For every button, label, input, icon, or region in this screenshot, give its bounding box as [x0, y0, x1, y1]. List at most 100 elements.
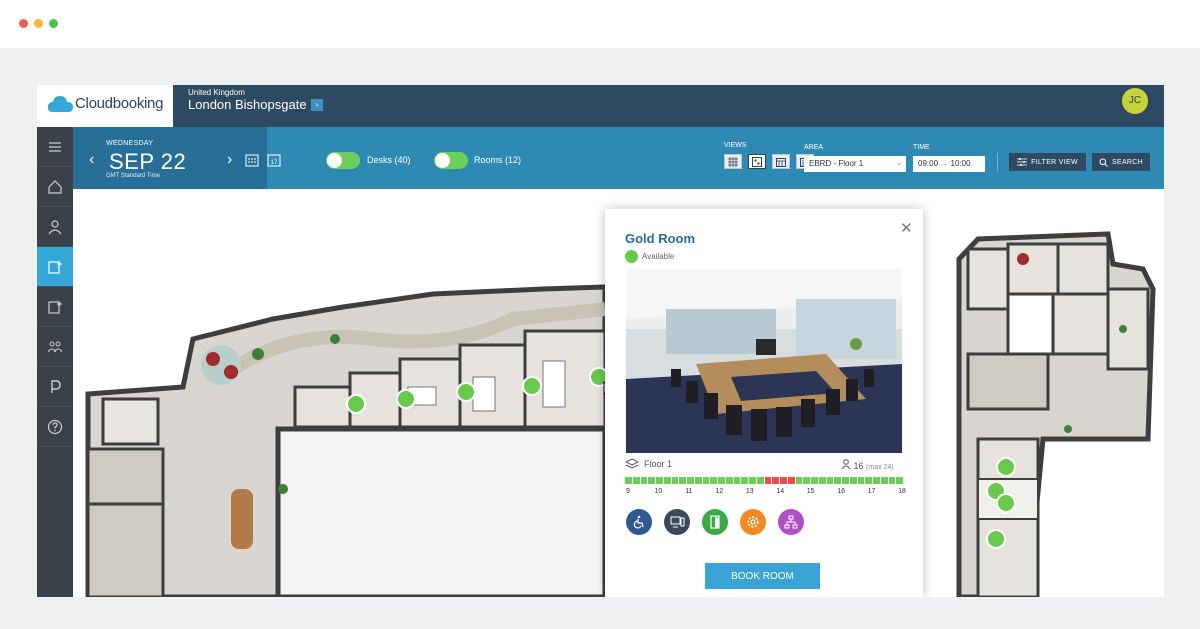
timeline-slot-free[interactable]: [873, 477, 880, 484]
timezone-label: GMT Standard Time: [106, 173, 160, 179]
timeline-slot-free[interactable]: [632, 477, 640, 484]
timeline-slot-free[interactable]: [648, 477, 655, 484]
timeline-slot-free[interactable]: [749, 477, 756, 484]
timeline-slot-free[interactable]: [733, 477, 741, 484]
search-button[interactable]: SEARCH: [1092, 153, 1150, 171]
hour-label: 13: [745, 488, 754, 495]
timeline-slot-free[interactable]: [795, 477, 803, 484]
timeline-slot-free[interactable]: [640, 477, 648, 484]
timeline-slot-free[interactable]: [663, 477, 671, 484]
timeline-slot-free[interactable]: [694, 477, 702, 484]
area-label: AREA: [804, 144, 824, 151]
sidebar-item-profile[interactable]: [37, 207, 73, 247]
maximize-window-dot[interactable]: [49, 19, 58, 28]
calendar-month-icon[interactable]: [245, 153, 259, 167]
close-icon[interactable]: ✕: [900, 219, 913, 237]
logo[interactable]: Cloudbooking: [37, 85, 173, 127]
timeline-slot-free[interactable]: [888, 477, 896, 484]
home-icon: [48, 179, 62, 194]
floor-label: Floor 1: [644, 459, 673, 469]
timeline-slot-free[interactable]: [803, 477, 810, 484]
sidebar-item-home[interactable]: [37, 167, 73, 207]
avatar[interactable]: JC: [1122, 88, 1148, 114]
room-marker[interactable]: [396, 389, 416, 409]
layers-icon: [625, 458, 639, 469]
minimize-window-dot[interactable]: [34, 19, 43, 28]
parking-icon: [51, 379, 61, 393]
timeline-slot-free[interactable]: [811, 477, 818, 484]
room-marker[interactable]: [456, 382, 476, 402]
timeline-slot-free[interactable]: [718, 477, 725, 484]
toggle-knob: [327, 153, 342, 168]
timeline-slot-free[interactable]: [826, 477, 834, 484]
timeline-slot-free[interactable]: [671, 477, 679, 484]
timeline-slot-free[interactable]: [702, 477, 710, 484]
timeline-slot-free[interactable]: [857, 477, 865, 484]
timeline-slot-booked[interactable]: [780, 477, 787, 484]
filter-view-button[interactable]: FILTER VIEW: [1009, 153, 1086, 171]
door-icon[interactable]: [702, 509, 728, 535]
room-marker[interactable]: [522, 376, 542, 396]
weekday-label: WEDNESDAY: [106, 140, 154, 147]
video-conference-icon[interactable]: [664, 509, 690, 535]
timeline-slot-free[interactable]: [880, 477, 888, 484]
location-chevron-icon[interactable]: ›: [311, 99, 323, 111]
rooms-toggle[interactable]: [434, 152, 468, 169]
room-marker[interactable]: [996, 457, 1016, 477]
book-room-button[interactable]: BOOK ROOM: [705, 563, 820, 589]
sidebar-item-visitors[interactable]: [37, 327, 73, 367]
status-indicator: [625, 250, 638, 263]
timeline-slot-free[interactable]: [679, 477, 686, 484]
person-icon: [841, 459, 851, 470]
desks-toggle[interactable]: [326, 152, 360, 169]
timeline-slot-free[interactable]: [834, 477, 841, 484]
sidebar: [37, 127, 73, 597]
timeline-slot-free[interactable]: [865, 477, 872, 484]
sidebar-item-book-room[interactable]: [37, 247, 73, 287]
toolbar: WEDNESDAY ‹ SEP 22 › GMT Standard Time 1…: [73, 127, 1164, 189]
calendar-today-icon[interactable]: 17: [267, 153, 281, 167]
timeline-slot-free[interactable]: [849, 477, 857, 484]
sidebar-item-parking[interactable]: [37, 367, 73, 407]
close-window-dot[interactable]: [19, 19, 28, 28]
room-marker[interactable]: [996, 493, 1016, 513]
time-range-field[interactable]: 09:00 → 10:00: [913, 156, 985, 172]
map-view-button[interactable]: [748, 154, 766, 169]
availability-timeline[interactable]: [625, 477, 903, 484]
timeline-slot-free[interactable]: [656, 477, 663, 484]
timeline-slot-free[interactable]: [687, 477, 694, 484]
timeline-slot-free[interactable]: [842, 477, 849, 484]
timeline-slot-free[interactable]: [756, 477, 764, 484]
timeline-slot-free[interactable]: [710, 477, 717, 484]
capacity-max: (max 24): [866, 464, 894, 471]
menu-icon[interactable]: [37, 127, 73, 167]
location-site[interactable]: London Bishopsgate: [188, 97, 307, 112]
room-marker[interactable]: [986, 529, 1006, 549]
timeline-slot-free[interactable]: [625, 477, 632, 484]
hour-label: 14: [776, 488, 785, 495]
calendar-view-button[interactable]: [772, 154, 790, 169]
accessible-icon[interactable]: [626, 509, 652, 535]
previous-day-icon[interactable]: ‹: [89, 151, 94, 169]
chevron-down-icon: ⌄: [896, 160, 902, 167]
room-marker[interactable]: [346, 394, 366, 414]
timeline-slot-free[interactable]: [896, 477, 903, 484]
timeline-slot-booked[interactable]: [787, 477, 795, 484]
views-label: VIEWS: [724, 142, 747, 149]
capacity: 16 (max 24): [841, 459, 894, 471]
date-display[interactable]: SEP 22: [109, 149, 186, 175]
timeline-slot-free[interactable]: [741, 477, 748, 484]
grid-view-button[interactable]: [724, 154, 742, 169]
timeline-slot-free[interactable]: [725, 477, 733, 484]
timeline-slot-booked[interactable]: [772, 477, 779, 484]
timeline-slot-free[interactable]: [818, 477, 826, 484]
network-icon[interactable]: [778, 509, 804, 535]
hour-label: 15: [806, 488, 815, 495]
sidebar-item-help[interactable]: [37, 407, 73, 447]
sidebar-item-book-desk[interactable]: [37, 287, 73, 327]
settings-icon[interactable]: [740, 509, 766, 535]
timeline-slot-booked[interactable]: [764, 477, 772, 484]
area-select[interactable]: EBRD - Floor 1 ⌄: [804, 156, 906, 172]
next-day-icon[interactable]: ›: [227, 151, 232, 169]
brand-name: Cloudbooking: [75, 95, 164, 112]
